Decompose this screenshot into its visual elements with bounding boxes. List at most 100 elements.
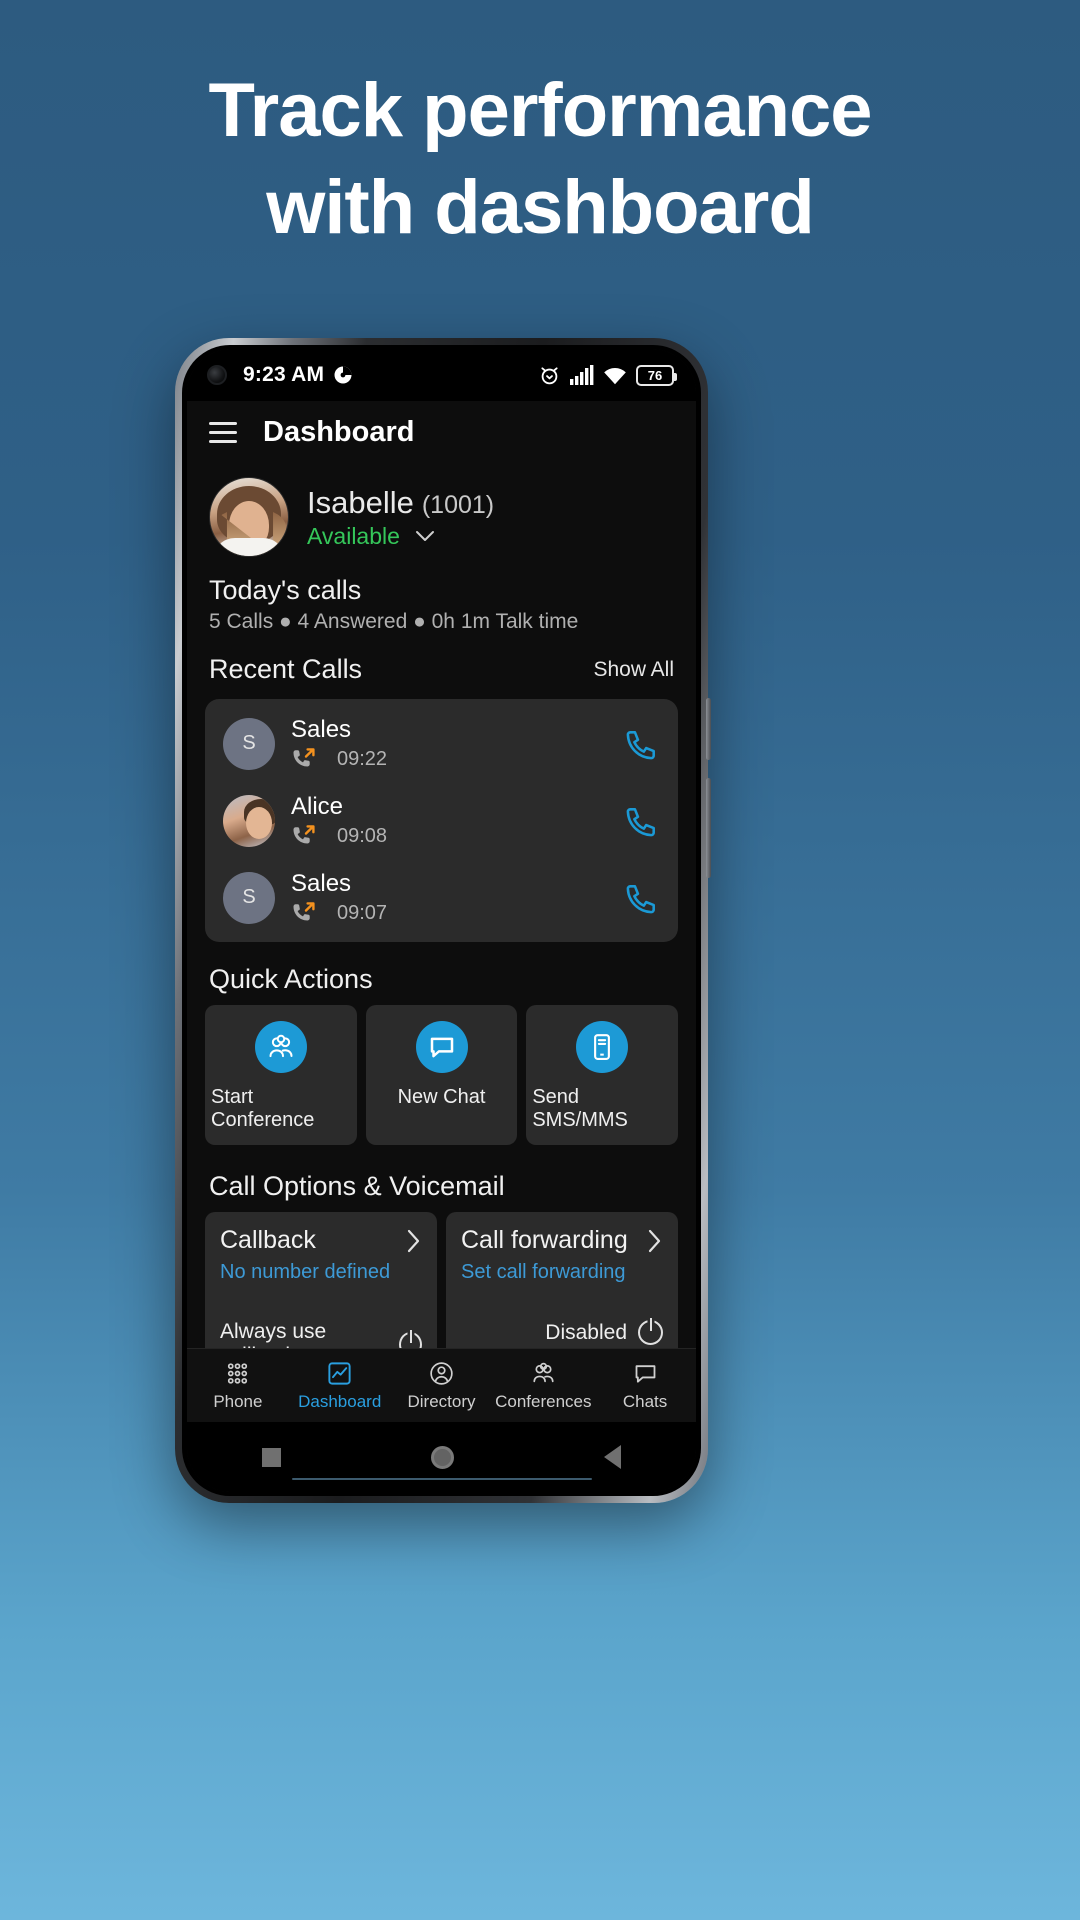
wifi-icon (603, 365, 627, 385)
tab-conferences[interactable]: Conferences (492, 1360, 594, 1412)
list-item[interactable]: S Sales (205, 859, 678, 936)
tab-directory[interactable]: Directory (391, 1360, 493, 1412)
call-info: Sales 09:07 (291, 870, 624, 925)
profile-header[interactable]: Isabelle (1001) Available (187, 463, 696, 565)
avatar (209, 477, 289, 557)
chevron-right-icon (405, 1228, 422, 1254)
callback-toggle-label: Always use callback (220, 1320, 327, 1348)
start-conference-button[interactable]: Start Conference (205, 1005, 357, 1145)
hamburger-icon[interactable] (209, 421, 237, 443)
person-icon (428, 1360, 455, 1387)
contact-initial-avatar: S (223, 871, 275, 924)
quick-actions-row: Start Conference New Chat Send SMS/MMS (187, 1005, 696, 1145)
tab-dashboard[interactable]: Dashboard (289, 1360, 391, 1412)
group-icon (254, 1021, 307, 1073)
quick-action-label: New Chat (397, 1086, 486, 1108)
page-title: Dashboard (263, 415, 415, 448)
call-info: Alice 09:08 (291, 793, 624, 848)
chevron-right-icon (646, 1228, 663, 1254)
quick-actions-title: Quick Actions (209, 964, 373, 994)
call-forwarding-value: Set call forwarding (461, 1261, 626, 1283)
call-time: 09:22 (337, 747, 388, 770)
power-toggle-icon[interactable] (638, 1320, 663, 1345)
call-time: 09:08 (337, 824, 388, 847)
tab-phone[interactable]: Phone (187, 1360, 289, 1412)
todays-calls-title: Today's calls (209, 575, 362, 605)
camera-punch-hole (207, 365, 227, 385)
list-item[interactable]: Alice 09:08 (205, 782, 678, 859)
phone-device-frame: 9:23 AM 76 Dashboard Isabelle (1001) Ava… (175, 338, 711, 1503)
call-options-title: Call Options & Voicemail (209, 1171, 505, 1201)
outgoing-call-icon (291, 824, 317, 848)
recent-calls-header: Recent Calls Show All (187, 634, 696, 693)
headline-line-2: with dashboard (266, 165, 815, 251)
home-indicator (291, 1478, 592, 1480)
avatar-initial: S (242, 732, 256, 754)
tab-chats[interactable]: Chats (594, 1360, 696, 1412)
alarm-icon (538, 364, 561, 387)
list-item[interactable]: S Sales (205, 705, 678, 782)
battery-icon: 76 (636, 364, 677, 386)
contact-name: Sales (291, 716, 352, 743)
tab-label: Dashboard (298, 1391, 382, 1411)
signal-icon (570, 365, 594, 385)
call-back-button[interactable] (624, 726, 660, 762)
mobile-message-icon (576, 1021, 629, 1073)
status-bar-time: 9:23 AM (243, 363, 325, 386)
contact-name: Sales (291, 870, 352, 897)
chat-bubble-icon (415, 1021, 468, 1073)
contact-photo-avatar (223, 794, 275, 847)
call-time: 09:07 (337, 901, 388, 924)
call-forwarding-toggle-label: Disabled (545, 1320, 627, 1344)
app-bar: Dashboard (187, 401, 696, 463)
tab-label: Phone (213, 1391, 263, 1411)
dnd-icon (333, 365, 353, 385)
square-icon[interactable] (262, 1447, 281, 1467)
tab-label: Conferences (495, 1391, 592, 1411)
show-all-link[interactable]: Show All (593, 658, 674, 682)
group-icon (530, 1360, 557, 1387)
volume-button[interactable] (706, 778, 711, 878)
send-sms-button[interactable]: Send SMS/MMS (526, 1005, 679, 1145)
callback-label: Callback (220, 1226, 316, 1254)
bottom-navigation: Phone Dashboard Directory Conferences Ch… (187, 1348, 696, 1422)
status-bar: 9:23 AM 76 (187, 349, 696, 401)
headline-line-1: Track performance (208, 68, 872, 153)
recent-calls-list: S Sales 09:22 Alice 09:08 S Sales 09:07 (205, 699, 678, 942)
profile-extension: (1001) (421, 490, 495, 519)
dashboard-content: Isabelle (1001) Available Today's calls (187, 463, 696, 1348)
triangle-back-icon[interactable] (604, 1445, 621, 1469)
profile-name: Isabelle (307, 484, 414, 520)
status-bar-icons: 76 (538, 364, 677, 387)
android-system-nav (187, 1422, 696, 1492)
promo-headline: Track performance with dashboard (0, 62, 1080, 257)
call-back-button[interactable] (624, 803, 660, 839)
contact-initial-avatar: S (223, 717, 275, 770)
chart-icon (326, 1360, 353, 1387)
phone-screen: 9:23 AM 76 Dashboard Isabelle (1001) Ava… (187, 349, 696, 1492)
call-back-button[interactable] (624, 880, 660, 916)
power-button[interactable] (706, 698, 711, 760)
contact-name: Alice (291, 793, 344, 820)
chevron-down-icon (414, 529, 436, 543)
status-selector[interactable]: Available (307, 523, 494, 550)
status-badge: Available (307, 522, 400, 549)
call-options-row-1: Callback No number defined Always use ca… (187, 1212, 696, 1348)
tab-label: Chats (622, 1391, 668, 1411)
new-chat-button[interactable]: New Chat (365, 1005, 518, 1145)
call-forwarding-label: Call forwarding (461, 1226, 628, 1254)
keypad-icon (224, 1360, 251, 1387)
outgoing-call-icon (291, 747, 317, 771)
chat-bubble-icon (632, 1360, 659, 1387)
profile-text: Isabelle (1001) Available (307, 485, 494, 550)
call-forwarding-card[interactable]: Call forwarding Set call forwarding Disa… (446, 1212, 678, 1348)
quick-action-label: Start Conference (211, 1086, 315, 1131)
power-toggle-icon[interactable] (399, 1331, 422, 1348)
battery-level: 76 (647, 367, 663, 383)
tab-label: Directory (407, 1391, 476, 1411)
circle-icon[interactable] (431, 1445, 454, 1469)
phone-bezel: 9:23 AM 76 Dashboard Isabelle (1001) Ava… (182, 345, 701, 1496)
quick-action-label: Send SMS/MMS (532, 1086, 628, 1131)
avatar-initial: S (242, 886, 256, 908)
callback-card[interactable]: Callback No number defined Always use ca… (205, 1212, 437, 1348)
